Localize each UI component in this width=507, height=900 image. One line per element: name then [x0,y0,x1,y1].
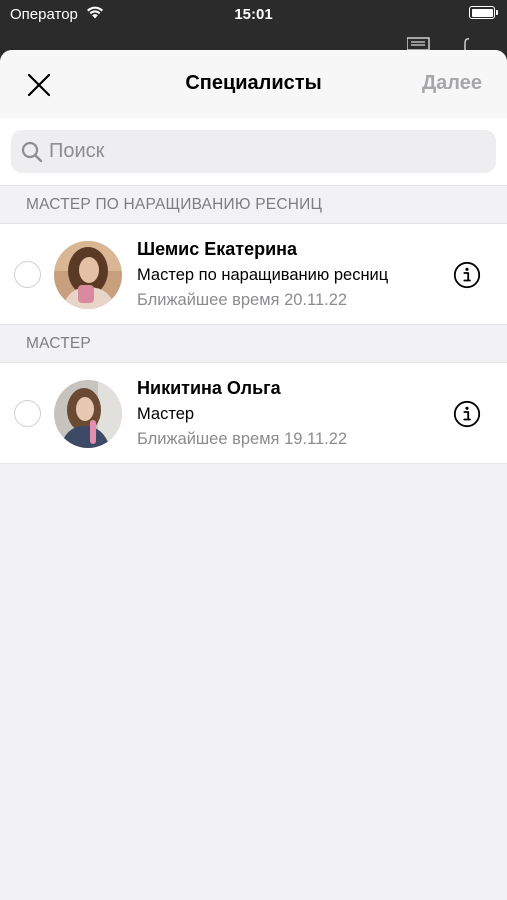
nearest-time: Ближайшее время 20.11.22 [137,291,348,309]
avatar [54,241,122,309]
avatar [54,380,122,448]
background-toolbar-icons [407,37,470,50]
select-radio[interactable] [14,261,41,288]
nearest-time: Ближайшее время 19.11.22 [137,430,348,448]
search-input[interactable] [49,140,469,163]
specialist-row[interactable]: Никитина Ольга Мастер Ближайшее время 19… [0,363,507,464]
next-button[interactable]: Далее [422,72,482,95]
navigation-bar: Специалисты Далее [0,50,507,118]
specialists-sheet: Специалисты Далее МАСТЕР ПО НАРАЩИВАНИЮ … [0,50,507,900]
specialist-role: Мастер по наращиванию ресниц [137,266,389,284]
section-header: МАСТЕР ПО НАРАЩИВАНИЮ РЕСНИЦ [0,186,507,224]
select-radio[interactable] [14,400,41,427]
clock: 15:01 [234,6,273,23]
search-bar [0,118,507,186]
info-icon[interactable] [453,261,481,289]
search-icon [21,141,43,162]
specialist-name: Шемис Екатерина [137,239,298,259]
section-header: МАСТЕР [0,325,507,363]
status-bar: Оператор 15:01 [0,0,507,30]
specialist-row[interactable]: Шемис Екатерина Мастер по наращиванию ре… [0,224,507,325]
specialist-role: Мастер [137,405,195,423]
info-icon[interactable] [453,400,481,428]
search-field[interactable] [11,130,496,173]
specialist-name: Никитина Ольга [137,378,281,398]
battery-icon [469,6,498,19]
